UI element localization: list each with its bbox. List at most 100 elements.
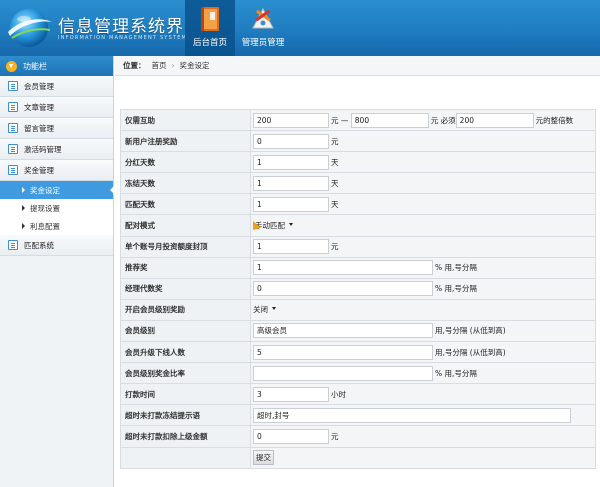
timeout-deduction-input[interactable]: 0 (253, 428, 329, 444)
field-label: 匹配天数 (120, 193, 251, 216)
field-label: 单个账号月投资额度封顶 (120, 235, 251, 258)
field-label: 经理代数奖 (120, 277, 251, 300)
freeze-days-input[interactable]: 1 (253, 175, 329, 191)
form-row: 会员级别奖金比率 % 用,号分隔 (120, 362, 596, 385)
admin-tools-icon (252, 7, 274, 29)
field-unit: 天 (331, 199, 339, 209)
field-label: 仅需互助 (120, 108, 251, 132)
form-row: 仅需互助 200 元 — 800 元 必须 200 元的整倍数 (120, 108, 596, 132)
field-unit: 元 — (331, 115, 349, 125)
field-unit: 小时 (331, 389, 346, 399)
breadcrumb: 位置： 首页 › 奖金设定 (115, 56, 600, 76)
sidebar-subitem-label: 奖金设定 (30, 185, 60, 195)
form-row: 经理代数奖 0% 用,号分隔 (120, 277, 596, 300)
field-unit: 天 (331, 157, 339, 167)
breadcrumb-prefix: 位置： (123, 61, 146, 70)
caret-right-icon (22, 187, 25, 193)
field-label: 冻结天数 (120, 172, 251, 195)
form-row: 推荐奖 1% 用,号分隔 (120, 256, 596, 279)
sidebar-subitem-label: 提现设置 (30, 203, 60, 213)
caret-right-icon (22, 223, 25, 229)
submit-button[interactable]: 提交 (253, 450, 274, 466)
form-row: 会员级别 高级会员 用,号分隔 (从低到高) (120, 319, 596, 343)
form-row: 匹配天数 1天 (120, 193, 596, 216)
form-row: 超时未打款扣除上级金额 0元 (120, 425, 596, 448)
form-row: 开启会员级别奖励 关闭 (120, 298, 596, 321)
form-row: 打款时间 3 小时 (120, 383, 596, 406)
field-label: 配对模式 (120, 214, 251, 237)
money-icon (8, 165, 18, 175)
sidebar-item-article-management[interactable]: 文章管理 (0, 97, 113, 118)
sidebar-subitem-withdraw-settings[interactable]: 提现设置 (0, 199, 113, 217)
tab-admin-management[interactable]: 管理员管理 (235, 0, 291, 56)
top-nav: 后台首页 管理员管理 (185, 0, 291, 56)
sidebar: 功能栏 会员管理 文章管理 留言管理 激活码管理 奖金管理 奖金设定 提现设置 … (0, 56, 114, 487)
field-hint: % 用,号分隔 (435, 284, 477, 294)
sidebar-item-label: 奖金管理 (24, 165, 54, 175)
key-icon (8, 144, 18, 154)
collapse-icon (6, 60, 17, 72)
payment-time-input[interactable]: 3 (253, 386, 329, 402)
form-row: 超时未打款冻结提示语 超时,封号 (120, 404, 596, 427)
upgrade-downline-count-input[interactable]: 5 (253, 344, 433, 360)
app-subtitle: INFORMATION MANAGEMENT SYSTEM GUI (58, 35, 203, 41)
pairing-mode-select[interactable]: 手动匹配 (255, 220, 295, 231)
sidebar-item-message-management[interactable]: 留言管理 (0, 118, 113, 139)
field-label: 会员升级下线人数 (120, 341, 251, 364)
member-level-reward-select[interactable]: 关闭 (253, 304, 278, 315)
field-label: 打款时间 (120, 383, 251, 406)
sidebar-item-activation-code[interactable]: 激活码管理 (0, 139, 113, 160)
globe-logo-icon (8, 9, 52, 47)
field-hint: 用,号分隔 (从低到高) (435, 326, 506, 336)
sidebar-subitem-label: 利息配置 (30, 221, 60, 231)
field-label: 新用户注册奖励 (120, 130, 251, 153)
manager-generation-bonus-input[interactable]: 0 (253, 281, 433, 297)
tab-label: 管理员管理 (241, 38, 285, 48)
sidebar-item-member-management[interactable]: 会员管理 (0, 76, 113, 97)
field-hint: 用,号分隔 (从低到高) (435, 347, 506, 357)
document-icon (8, 102, 18, 112)
member-level-input[interactable]: 高级会员 (253, 323, 433, 339)
sidebar-item-bonus-management[interactable]: 奖金管理 (0, 160, 113, 181)
top-header: 信息管理系统界面 INFORMATION MANAGEMENT SYSTEM G… (0, 0, 600, 56)
field-unit: 元 (331, 242, 339, 252)
new-user-reward-input[interactable]: 0 (253, 133, 329, 149)
field-label: 推荐奖 (120, 256, 251, 279)
tab-label: 后台首页 (192, 38, 227, 48)
sidebar-item-label: 文章管理 (24, 102, 54, 112)
sidebar-header[interactable]: 功能栏 (0, 56, 113, 76)
form-row: 提交 (120, 446, 596, 469)
field-unit: 元的整倍数 (535, 115, 574, 125)
form-row: 分红天数 1天 (120, 151, 596, 174)
sidebar-item-label: 会员管理 (24, 81, 54, 91)
match-days-input[interactable]: 1 (253, 196, 329, 212)
field-label: 超时未打款冻结提示语 (120, 404, 251, 427)
breadcrumb-current: 奖金设定 (179, 61, 210, 70)
mouse-cursor-icon (253, 221, 261, 231)
referral-bonus-input[interactable]: 1 (253, 260, 433, 276)
form-row: 会员升级下线人数 5 用,号分隔 (从低到高) (120, 341, 596, 364)
field-label: 超时未打款扣除上级金额 (120, 425, 251, 448)
monthly-cap-input[interactable]: 1 (253, 239, 329, 255)
field-label: 会员级别 (120, 319, 251, 343)
field-hint: % 用,号分隔 (435, 263, 477, 273)
breadcrumb-separator: › (171, 61, 175, 70)
max-amount-input[interactable]: 800 (350, 112, 429, 128)
form-row: 新用户注册奖励 0元 (120, 130, 596, 153)
min-amount-input[interactable]: 200 (253, 112, 329, 128)
form-row: 单个账号月投资额度封顶 1元 (120, 235, 596, 258)
multiple-amount-input[interactable]: 200 (455, 112, 534, 128)
dividend-days-input[interactable]: 1 (253, 154, 329, 170)
book-icon (201, 7, 219, 31)
sidebar-item-label: 留言管理 (24, 123, 54, 133)
tab-backend-home[interactable]: 后台首页 (185, 0, 235, 56)
sidebar-item-matching-system[interactable]: 匹配系统 (0, 235, 113, 256)
breadcrumb-link-home[interactable]: 首页 (152, 60, 167, 71)
sidebar-subitem-bonus-settings[interactable]: 奖金设定 (0, 181, 114, 199)
sidebar-subitem-interest-config[interactable]: 利息配置 (0, 217, 113, 235)
field-unit: 元 必须 (430, 115, 456, 125)
field-label: 开启会员级别奖励 (120, 298, 251, 321)
timeout-freeze-message-input[interactable]: 超时,封号 (253, 407, 571, 423)
level-bonus-ratio-input[interactable] (253, 365, 433, 381)
field-unit: 元 (331, 431, 339, 441)
